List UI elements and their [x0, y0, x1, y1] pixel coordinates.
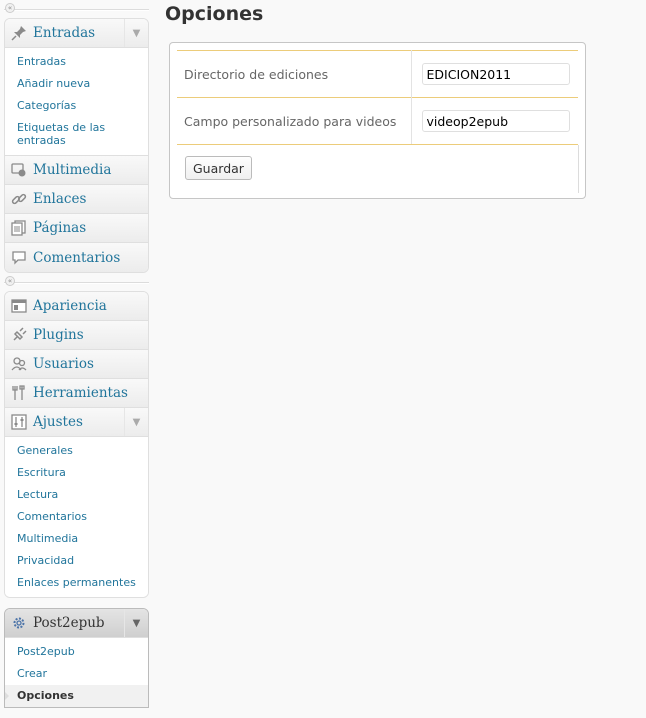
menu-label: Comentarios	[33, 249, 121, 266]
submenu-post2epub: Post2epub Crear Opciones	[5, 638, 148, 707]
submenu-item-escritura[interactable]: Escritura	[5, 462, 148, 484]
menu-toggle-arrow-icon[interactable]: ▼	[124, 19, 148, 47]
menu-label: Herramientas	[33, 385, 128, 401]
submenu-entradas: Entradas Añadir nueva Categorías Etiquet…	[5, 48, 148, 156]
collapse-arrow-icon[interactable]: «	[5, 3, 15, 13]
menu-group-admin: Apariencia Plugins Usuarios Herramientas…	[4, 291, 149, 598]
menu-separator[interactable]: «	[4, 273, 149, 291]
submenu-ajustes: Generales Escritura Lectura Comentarios …	[5, 437, 148, 597]
main-content: Opciones Directorio de ediciones Campo p…	[164, 0, 646, 199]
field-label: Campo personalizado para videos	[177, 97, 412, 145]
appearance-icon	[11, 298, 27, 314]
menu-label: Ajustes	[33, 414, 83, 430]
menu-paginas[interactable]: Páginas	[5, 214, 148, 243]
menu-label: Multimedia	[33, 162, 112, 178]
form-row: Campo personalizado para videos	[177, 97, 578, 145]
options-form-table: Directorio de ediciones Campo personaliz…	[177, 50, 578, 145]
field-cell	[411, 97, 578, 145]
menu-enlaces[interactable]: Enlaces	[5, 185, 148, 214]
menu-plugins[interactable]: Plugins	[5, 321, 148, 350]
menu-group-post2epub: Post2epub ▼ Post2epub Crear Opciones	[4, 608, 149, 708]
menu-label: Post2epub	[33, 615, 105, 631]
link-icon	[11, 191, 27, 207]
pages-icon	[11, 220, 27, 236]
menu-usuarios[interactable]: Usuarios	[5, 350, 148, 379]
form-row: Directorio de ediciones	[177, 50, 578, 98]
submenu-item-opciones[interactable]: Opciones	[5, 685, 148, 707]
field-label: Directorio de ediciones	[177, 50, 412, 98]
tools-icon	[11, 385, 27, 401]
menu-label: Apariencia	[33, 298, 107, 314]
menu-toggle-arrow-icon[interactable]: ▼	[124, 408, 148, 436]
submenu-item-crear[interactable]: Crear	[5, 663, 148, 685]
menu-post2epub[interactable]: Post2epub ▼	[5, 609, 148, 638]
menu-ajustes[interactable]: Ajustes ▼	[5, 408, 148, 437]
menu-herramientas[interactable]: Herramientas	[5, 379, 148, 408]
submenu-item-lectura[interactable]: Lectura	[5, 484, 148, 506]
menu-label: Plugins	[33, 327, 84, 343]
campo-videos-input[interactable]	[421, 110, 570, 132]
submenu-item-comentarios[interactable]: Comentarios	[5, 506, 148, 528]
submenu-item-etiquetas[interactable]: Etiquetas de las entradas	[5, 117, 148, 152]
submenu-item-post2epub[interactable]: Post2epub	[5, 641, 148, 663]
field-cell	[411, 50, 578, 98]
media-icon	[11, 162, 27, 178]
settings-icon	[11, 414, 27, 430]
collapse-arrow-icon[interactable]: «	[5, 276, 15, 286]
save-button[interactable]: Guardar	[185, 156, 252, 180]
page-title: Opciones	[165, 3, 264, 25]
menu-group-content: Entradas ▼ Entradas Añadir nueva Categor…	[4, 18, 149, 273]
menu-apariencia[interactable]: Apariencia	[5, 292, 148, 321]
comments-icon	[11, 250, 27, 266]
menu-comentarios[interactable]: Comentarios	[5, 243, 148, 272]
menu-label: Páginas	[33, 220, 87, 236]
menu-label: Enlaces	[33, 191, 87, 207]
submenu-item-privacidad[interactable]: Privacidad	[5, 550, 148, 572]
menu-separator[interactable]: «	[4, 0, 149, 18]
admin-sidebar: « Entradas ▼ Entradas Añadir nueva Categ…	[4, 0, 149, 708]
menu-toggle-arrow-icon[interactable]: ▼	[124, 609, 148, 637]
submenu-item-entradas[interactable]: Entradas	[5, 51, 148, 73]
submenu-item-generales[interactable]: Generales	[5, 440, 148, 462]
submenu-item-anadir-nueva[interactable]: Añadir nueva	[5, 73, 148, 95]
menu-multimedia[interactable]: Multimedia	[5, 156, 148, 185]
submenu-item-multimedia[interactable]: Multimedia	[5, 528, 148, 550]
menu-label: Entradas	[33, 25, 96, 41]
menu-entradas[interactable]: Entradas ▼	[5, 19, 148, 48]
gear-icon	[11, 615, 27, 631]
divider	[578, 145, 579, 193]
plugins-icon	[11, 327, 27, 343]
submenu-item-enlaces-permanentes[interactable]: Enlaces permanentes	[5, 572, 148, 594]
users-icon	[11, 356, 27, 372]
directorio-ediciones-input[interactable]	[421, 63, 570, 85]
submenu-item-categorias[interactable]: Categorías	[5, 95, 148, 117]
pin-icon	[11, 25, 27, 41]
options-panel: Directorio de ediciones Campo personaliz…	[169, 42, 586, 199]
menu-label: Usuarios	[33, 356, 94, 372]
